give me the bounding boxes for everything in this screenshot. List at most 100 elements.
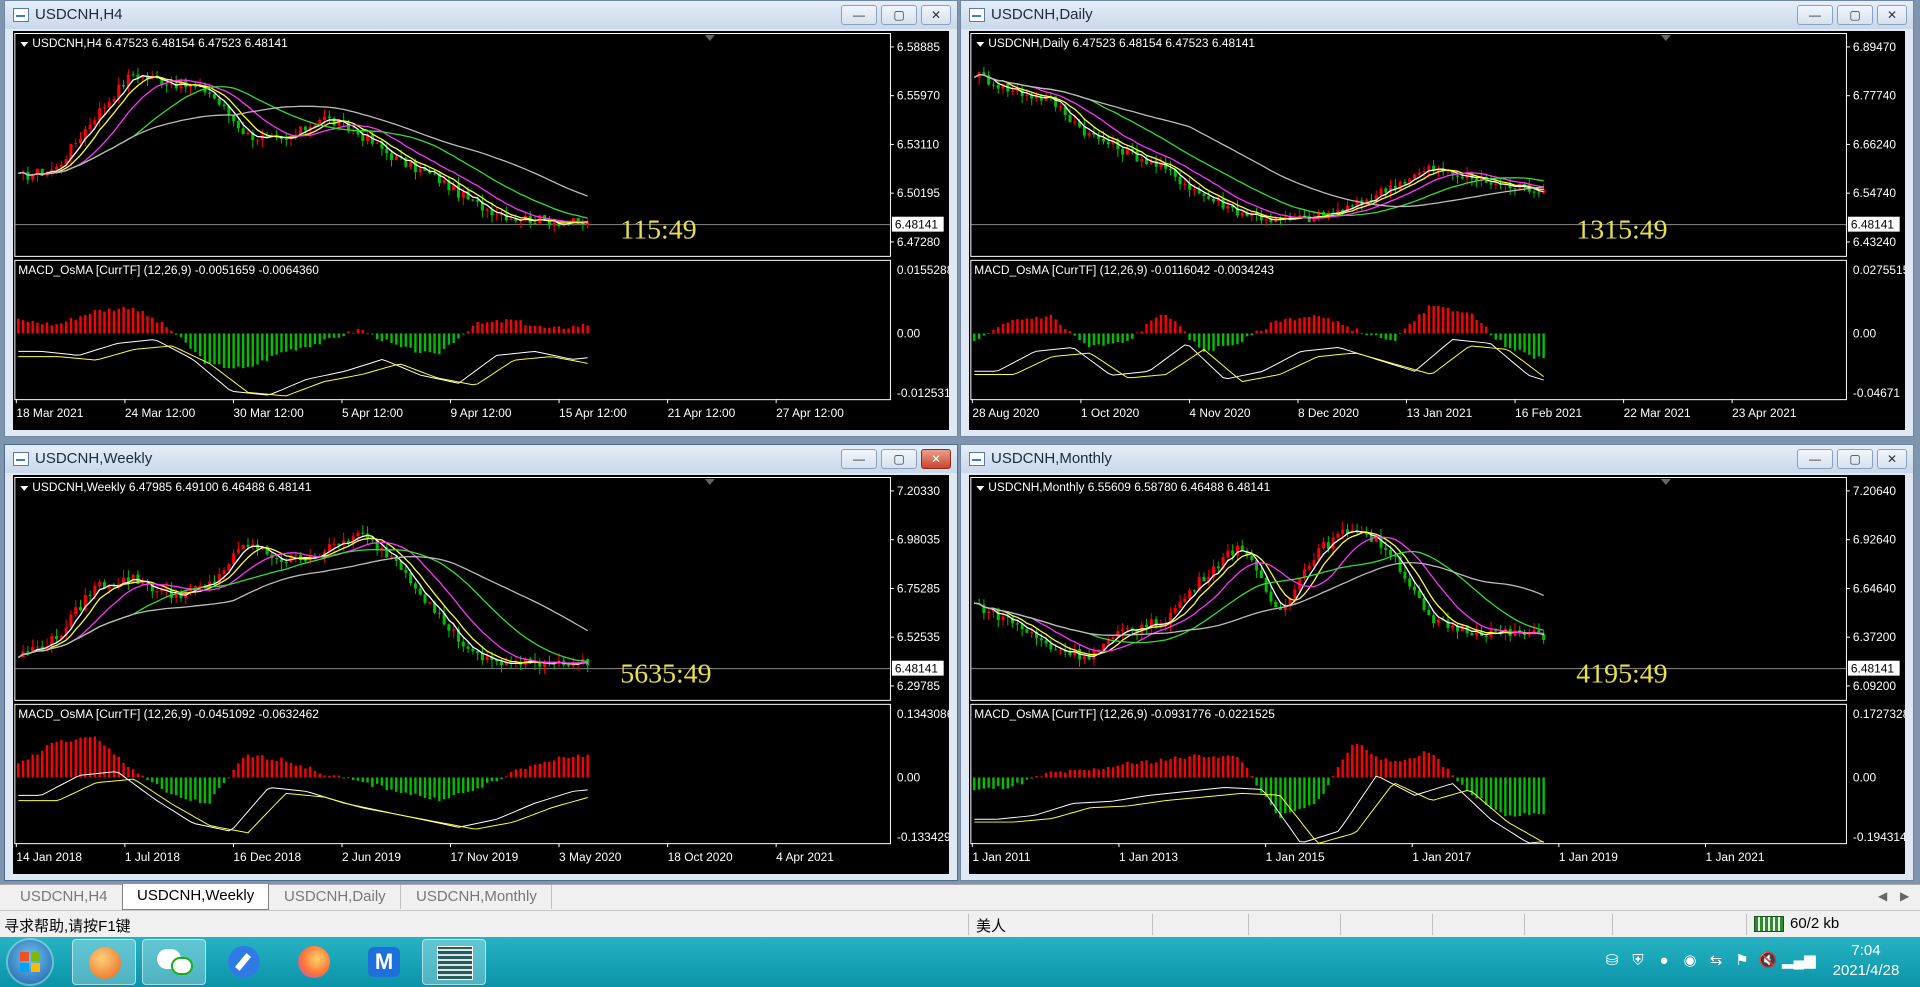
chart-window-icon (969, 8, 985, 22)
macd-histogram-bar (1384, 758, 1387, 778)
maximize-button[interactable]: ▢ (1837, 449, 1873, 469)
moving-average-line (18, 79, 588, 223)
moving-average-line (974, 74, 1544, 208)
macd-histogram-bar (457, 777, 460, 794)
minimize-button[interactable]: — (841, 5, 877, 25)
shift-marker-icon[interactable] (1660, 34, 1671, 41)
chart-menu-triangle-icon[interactable] (976, 41, 985, 47)
candle-body (1422, 171, 1426, 173)
candle-body (102, 107, 106, 109)
tray-usb-icon[interactable]: ⛁ (1602, 951, 1622, 971)
chart-menu-triangle-icon[interactable] (976, 485, 985, 491)
minimize-button[interactable]: — (1797, 5, 1833, 25)
chart-area[interactable]: 6.58885 6.55970 6.53110 6.50195 6.47280 6.481… (13, 31, 949, 430)
taskbar-app-qr[interactable] (422, 939, 486, 985)
taskbar-app-blue-m[interactable]: M (352, 939, 416, 985)
macd-histogram-bar (1150, 763, 1153, 778)
close-button[interactable]: ✕ (1877, 5, 1907, 25)
macd-histogram-bar (1102, 333, 1105, 346)
maximize-button[interactable]: ▢ (1837, 5, 1873, 25)
maximize-button[interactable]: ▢ (881, 449, 917, 469)
tray-signal-icon[interactable]: ▂▄▆ (1782, 951, 1816, 971)
macd-histogram-bar (203, 333, 207, 364)
minimize-button[interactable]: — (841, 449, 877, 469)
title-bar[interactable]: USDCNH,Monthly — ▢ ✕ (961, 445, 1913, 473)
taskbar-app-firefox[interactable] (282, 939, 346, 985)
candle-body (1054, 649, 1058, 651)
chart-area[interactable]: 7.20640 6.92640 6.64640 6.37200 6.09200 6.481… (969, 475, 1905, 874)
macd-histogram-bar (1001, 323, 1005, 334)
title-bar[interactable]: USDCNH,H4 — ▢ ✕ (5, 1, 957, 29)
candle-body (165, 84, 169, 86)
macd-histogram-bar (973, 333, 976, 342)
chart-window-daily[interactable]: USDCNH,Daily — ▢ ✕ 6.89470 6.77740 6.66240… (960, 0, 1914, 437)
title-bar[interactable]: USDCNH,Weekly — ▢ ✕ (5, 445, 957, 473)
macd-histogram-bar (103, 311, 106, 334)
title-bar[interactable]: USDCNH,Daily — ▢ ✕ (961, 1, 1913, 29)
tray-flag-icon[interactable]: ⚑ (1732, 951, 1752, 971)
date-axis-label: 1 Jan 2017 (1412, 850, 1471, 864)
tray-orange-app-icon[interactable]: ● (1654, 951, 1674, 971)
date-axis-label: 1 Jan 2015 (1266, 850, 1325, 864)
macd-histogram-bar (1068, 331, 1072, 334)
taskbar-app-blue-pen[interactable] (212, 939, 276, 985)
macd-histogram-bar (352, 332, 355, 334)
tab-usdcnh-monthly[interactable]: USDCNH,Monthly (402, 885, 552, 909)
macd-histogram-bar (1178, 326, 1182, 334)
macd-histogram-bar (318, 333, 321, 345)
macd-histogram-bar (1441, 307, 1445, 334)
macd-histogram-bar (332, 775, 336, 778)
chart-menu-triangle-icon[interactable] (20, 485, 29, 491)
maximize-button[interactable]: ▢ (881, 5, 917, 25)
chart-window-weekly[interactable]: USDCNH,Weekly — ▢ ✕ 7.20330 6.98035 6.7528… (4, 444, 958, 881)
macd-histogram-bar (179, 333, 183, 338)
window-title: USDCNH,Weekly (35, 450, 153, 467)
tray-volume-icon[interactable]: 🔇 (1758, 951, 1778, 971)
chart-tab-bar: USDCNH,H4 USDCNH,Weekly USDCNH,Daily USD… (0, 884, 1920, 911)
macd-histogram-bar (1451, 775, 1454, 778)
tab-scroll-left-icon[interactable]: ◀ (1878, 889, 1887, 903)
tab-scroll-right-icon[interactable]: ▶ (1900, 889, 1909, 903)
shift-marker-icon[interactable] (704, 478, 715, 485)
macd-histogram-bar (1312, 315, 1316, 334)
macd-histogram-bar (1159, 758, 1163, 778)
macd-histogram-bar (977, 333, 981, 339)
chart-window-monthly[interactable]: USDCNH,Monthly — ▢ ✕ 7.20640 6.92640 6.646… (960, 444, 1914, 881)
macd-histogram-bar (1375, 756, 1378, 778)
tray-shield-icon[interactable]: ⛨ (1628, 951, 1648, 971)
macd-histogram-bar (218, 777, 221, 789)
tray-wechat-icon[interactable]: ◉ (1680, 951, 1700, 971)
macd-histogram-bar (1465, 312, 1469, 334)
tray-network-share-icon[interactable]: ⇆ (1706, 951, 1726, 971)
tab-usdcnh-h4[interactable]: USDCNH,H4 (6, 885, 123, 909)
chart-menu-triangle-icon[interactable] (20, 41, 29, 47)
tab-usdcnh-daily[interactable]: USDCNH,Daily (270, 885, 401, 909)
chart-window-h4[interactable]: USDCNH,H4 — ▢ ✕ 6.58885 6.55970 6.53110 6.5… (4, 0, 958, 437)
candle-body (996, 84, 1000, 89)
minimize-button[interactable]: — (1797, 449, 1833, 469)
chart-area[interactable]: 7.20330 6.98035 6.75285 6.52535 6.29785 6.481… (13, 475, 949, 874)
candle-body (198, 585, 202, 587)
macd-histogram-bar (323, 775, 326, 778)
shift-marker-icon[interactable] (1660, 478, 1671, 485)
taskbar-clock[interactable]: 7:04 2021/4/28 (1816, 941, 1916, 981)
chart-area[interactable]: 6.89470 6.77740 6.66240 6.54740 6.43240 6.481… (969, 31, 1905, 430)
candle-body (1178, 602, 1182, 608)
close-button[interactable]: ✕ (921, 5, 951, 25)
taskbar-app-orange[interactable] (72, 939, 136, 985)
macd-histogram-bar (1011, 319, 1014, 334)
price-axis-label: 6.75285 (897, 581, 941, 595)
macd-histogram-bar (1245, 333, 1249, 337)
shift-marker-icon[interactable] (704, 34, 715, 41)
start-orb-icon[interactable] (8, 940, 52, 984)
taskbar-app-wechat[interactable] (142, 939, 206, 985)
candle-body (1336, 533, 1340, 538)
candle-body (418, 588, 422, 595)
macd-histogram-bar (1461, 312, 1464, 334)
candle-body (447, 624, 451, 631)
tab-usdcnh-weekly[interactable]: USDCNH,Weekly (122, 884, 270, 910)
close-button[interactable]: ✕ (1877, 449, 1907, 469)
close-button[interactable]: ✕ (921, 449, 951, 469)
macd-histogram-bar (1226, 333, 1230, 346)
candle-body (1221, 198, 1225, 209)
